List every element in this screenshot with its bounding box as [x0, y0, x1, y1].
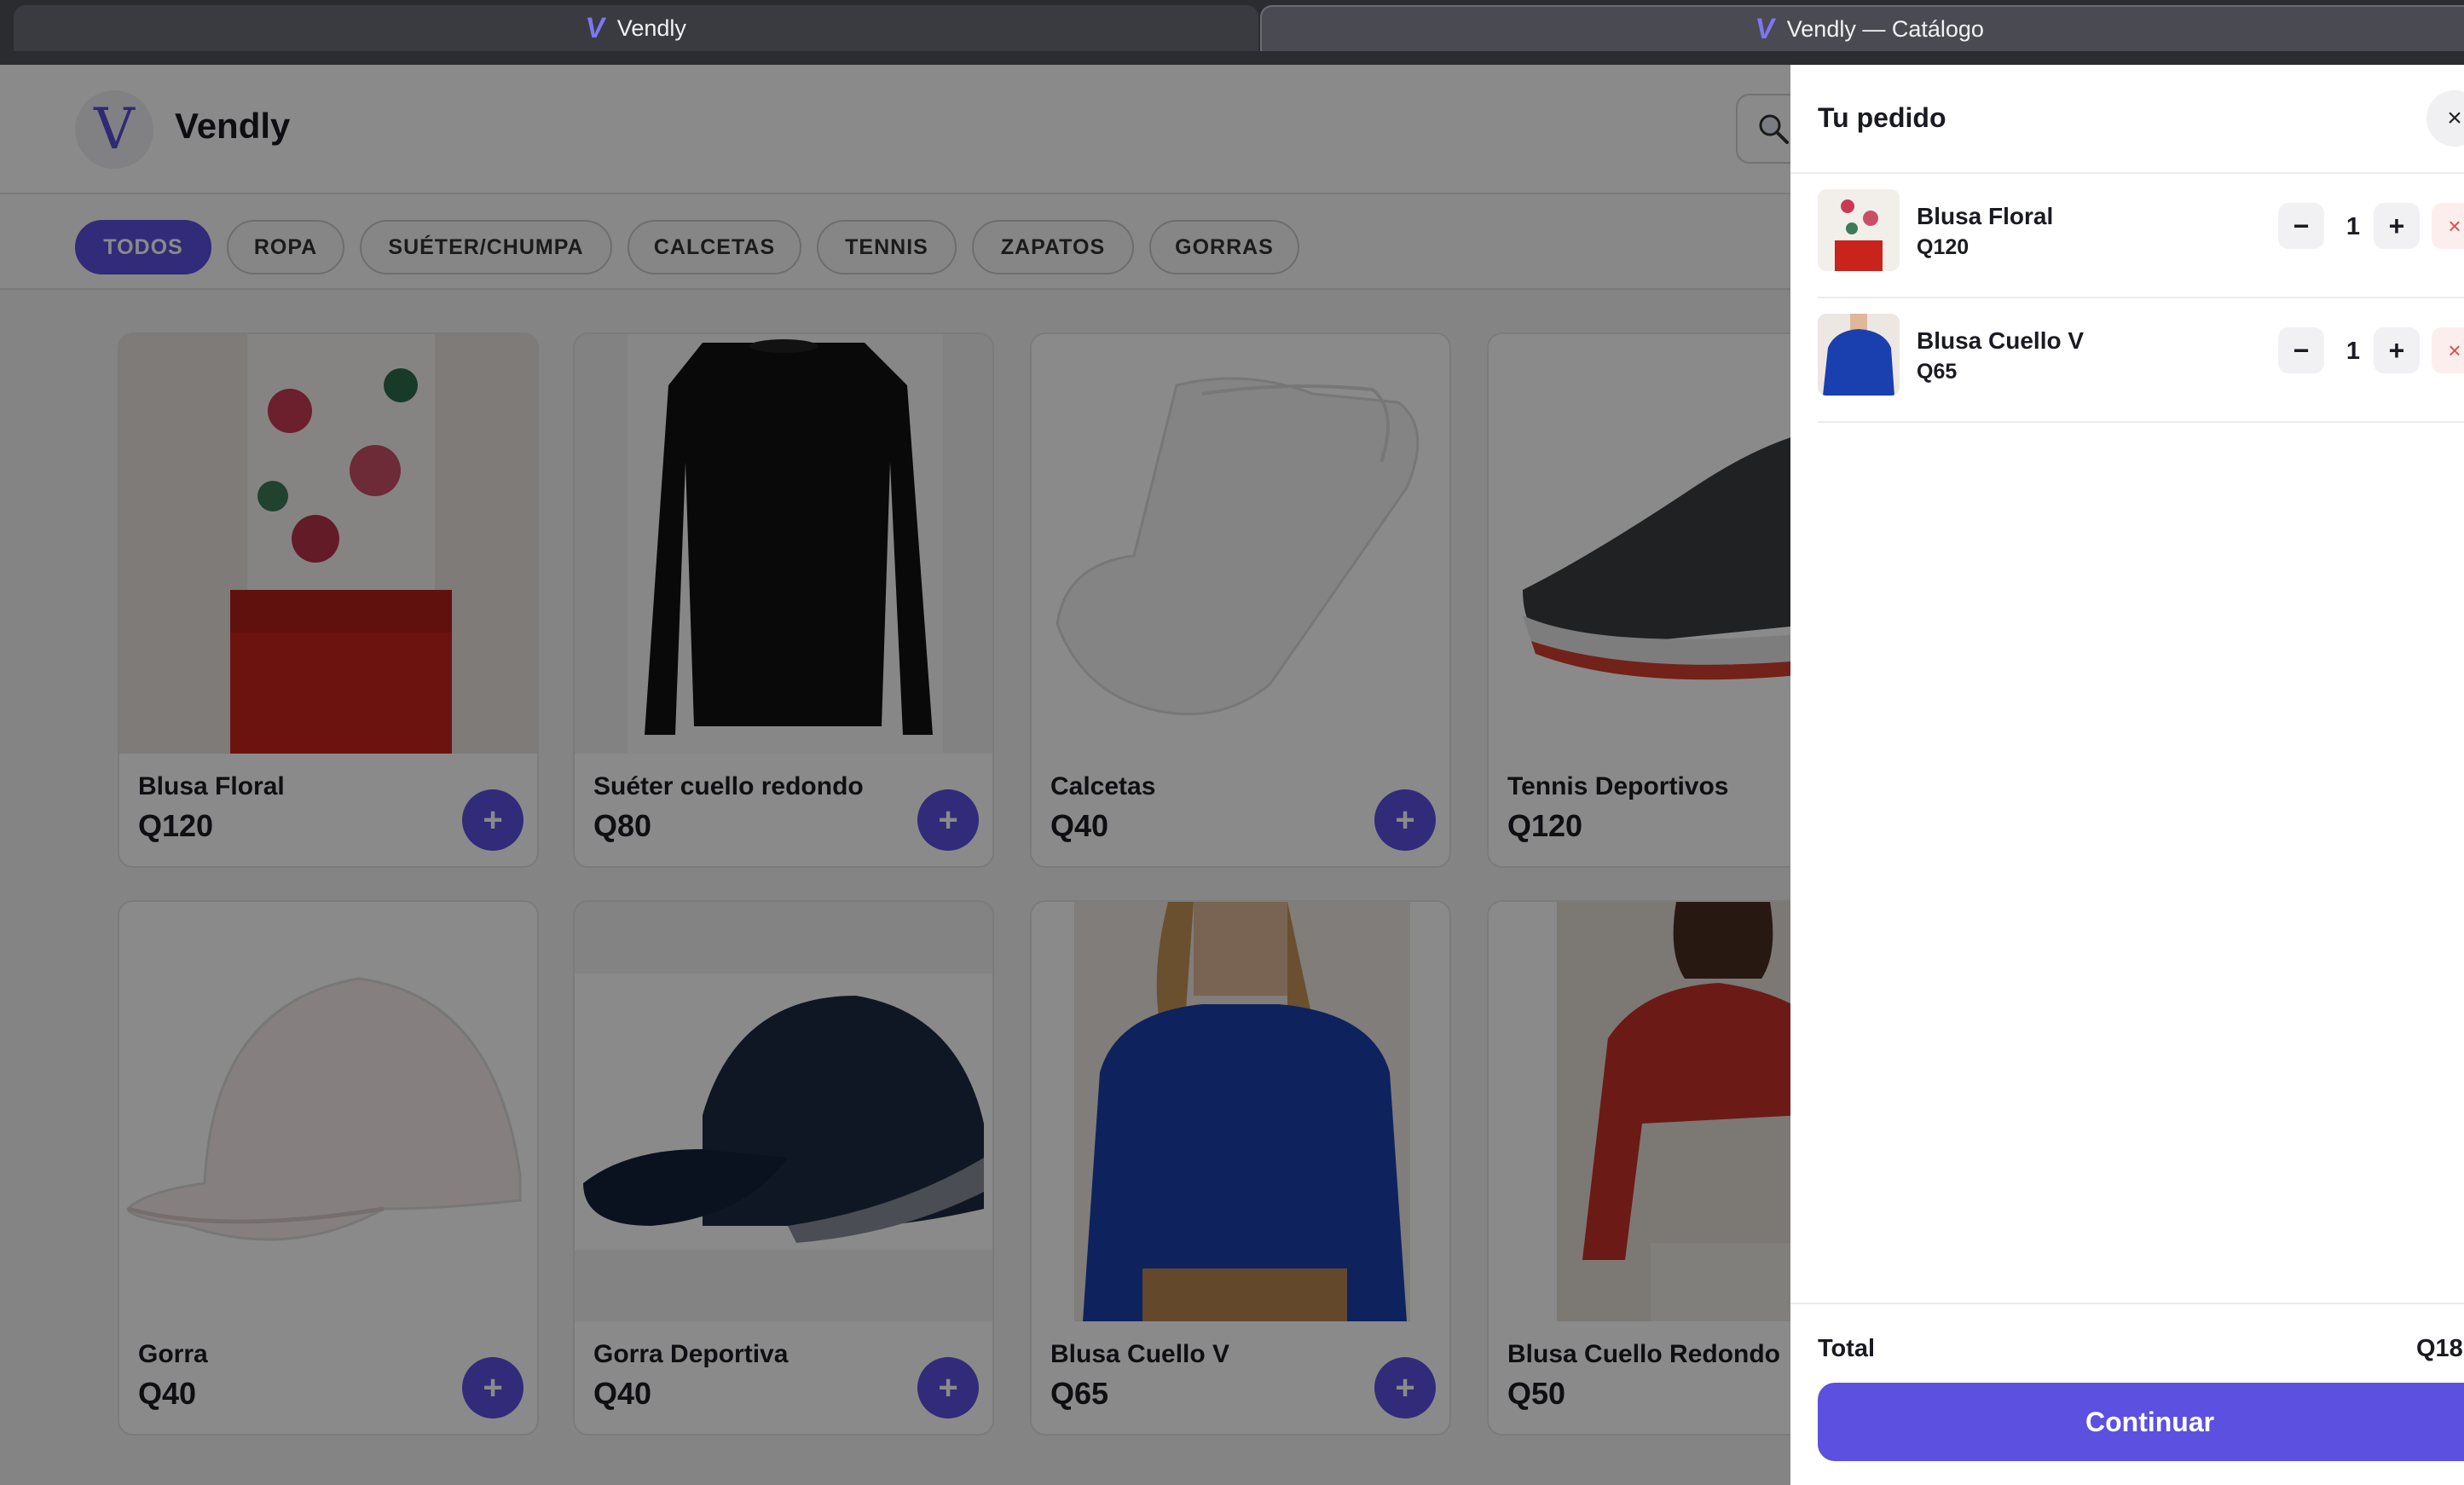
- increase-quantity-button[interactable]: +: [2374, 203, 2420, 249]
- cart-title: Tu pedido: [1818, 102, 1946, 133]
- browser-tab-catalogo[interactable]: V Vendly — Catálogo: [1260, 5, 2464, 51]
- cart-item: Blusa Cuello V Q65 − 1 + ×: [1818, 298, 2464, 423]
- total-value: Q18: [2416, 1335, 2463, 1362]
- vendly-tab-icon: V: [583, 11, 608, 44]
- decrease-quantity-button[interactable]: −: [2278, 327, 2324, 373]
- total-label: Total: [1818, 1335, 1876, 1362]
- cart-item-thumbnail: [1818, 189, 1900, 271]
- increase-quantity-button[interactable]: +: [2374, 327, 2420, 373]
- cart-item-quantity: 1: [2345, 338, 2361, 365]
- cart-item-name: Blusa Floral: [1917, 203, 2054, 229]
- close-icon[interactable]: ×: [2426, 90, 2464, 147]
- modal-overlay[interactable]: [0, 65, 1790, 1485]
- tab-title: Vendly — Catálogo: [1786, 15, 1984, 42]
- continue-button[interactable]: Continuar: [1818, 1383, 2464, 1461]
- cart-item: Blusa Floral Q120 − 1 + ×: [1818, 174, 2464, 298]
- cart-footer: Total Q18 Continuar: [1790, 1303, 2464, 1485]
- vendly-tab-icon: V: [1753, 12, 1778, 45]
- cart-item-price: Q120: [1917, 235, 1969, 259]
- cart-item-thumbnail: [1818, 314, 1900, 396]
- remove-item-icon[interactable]: ×: [2432, 203, 2464, 249]
- browser-tab-vendly[interactable]: V Vendly: [14, 5, 1258, 51]
- browser-tab-bar: V Vendly V Vendly — Catálogo: [0, 0, 2464, 65]
- tab-title: Vendly: [616, 14, 686, 41]
- decrease-quantity-button[interactable]: −: [2278, 203, 2324, 249]
- cart-drawer: Tu pedido × Blusa Floral Q120 − 1 + × Bl…: [1790, 65, 2464, 1485]
- cart-item-price: Q65: [1917, 360, 1958, 384]
- cart-header: Tu pedido ×: [1790, 65, 2464, 174]
- cart-item-quantity: 1: [2345, 213, 2361, 240]
- cart-item-name: Blusa Cuello V: [1917, 327, 2085, 354]
- remove-item-icon[interactable]: ×: [2432, 327, 2464, 373]
